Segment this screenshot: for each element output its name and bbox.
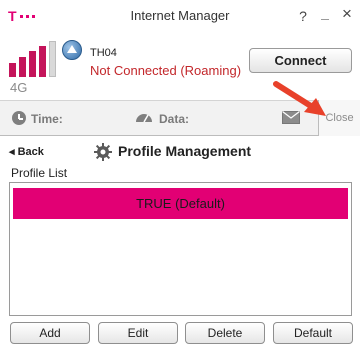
time-label: Time: xyxy=(31,112,63,126)
clock-icon xyxy=(12,111,26,125)
connection-status: Not Connected (Roaming) xyxy=(90,63,242,78)
speedometer-icon xyxy=(136,114,152,122)
signal-bar xyxy=(9,63,16,77)
connect-button[interactable]: Connect xyxy=(249,48,352,73)
profile-list-label: Profile List xyxy=(11,166,68,180)
delete-button[interactable]: Delete xyxy=(185,322,265,344)
data-label: Data: xyxy=(159,112,190,126)
minimize-button[interactable]: _ xyxy=(318,5,332,21)
network-type-label: 4G xyxy=(10,80,28,95)
signal-bar xyxy=(49,41,56,77)
signal-strength-icon xyxy=(9,41,59,77)
back-link[interactable]: ◂ Back xyxy=(9,145,44,158)
window-close-button[interactable]: × xyxy=(340,5,354,22)
default-button[interactable]: Default xyxy=(273,322,353,344)
operator-name: TH04 xyxy=(90,47,117,59)
signal-bar xyxy=(29,51,36,77)
edit-button[interactable]: Edit xyxy=(98,322,178,344)
profile-list-item[interactable]: TRUE (Default) xyxy=(13,188,348,219)
profile-list[interactable]: TRUE (Default) xyxy=(9,182,352,316)
help-button[interactable]: ? xyxy=(296,8,310,24)
gear-icon xyxy=(94,143,112,161)
profile-name: TRUE (Default) xyxy=(136,196,225,211)
add-button[interactable]: Add xyxy=(10,322,90,344)
signal-bar xyxy=(19,57,26,77)
page-title: Profile Management xyxy=(118,143,252,159)
roaming-icon xyxy=(62,40,82,60)
annotation-arrow-icon xyxy=(273,81,326,116)
signal-bar xyxy=(39,46,46,77)
